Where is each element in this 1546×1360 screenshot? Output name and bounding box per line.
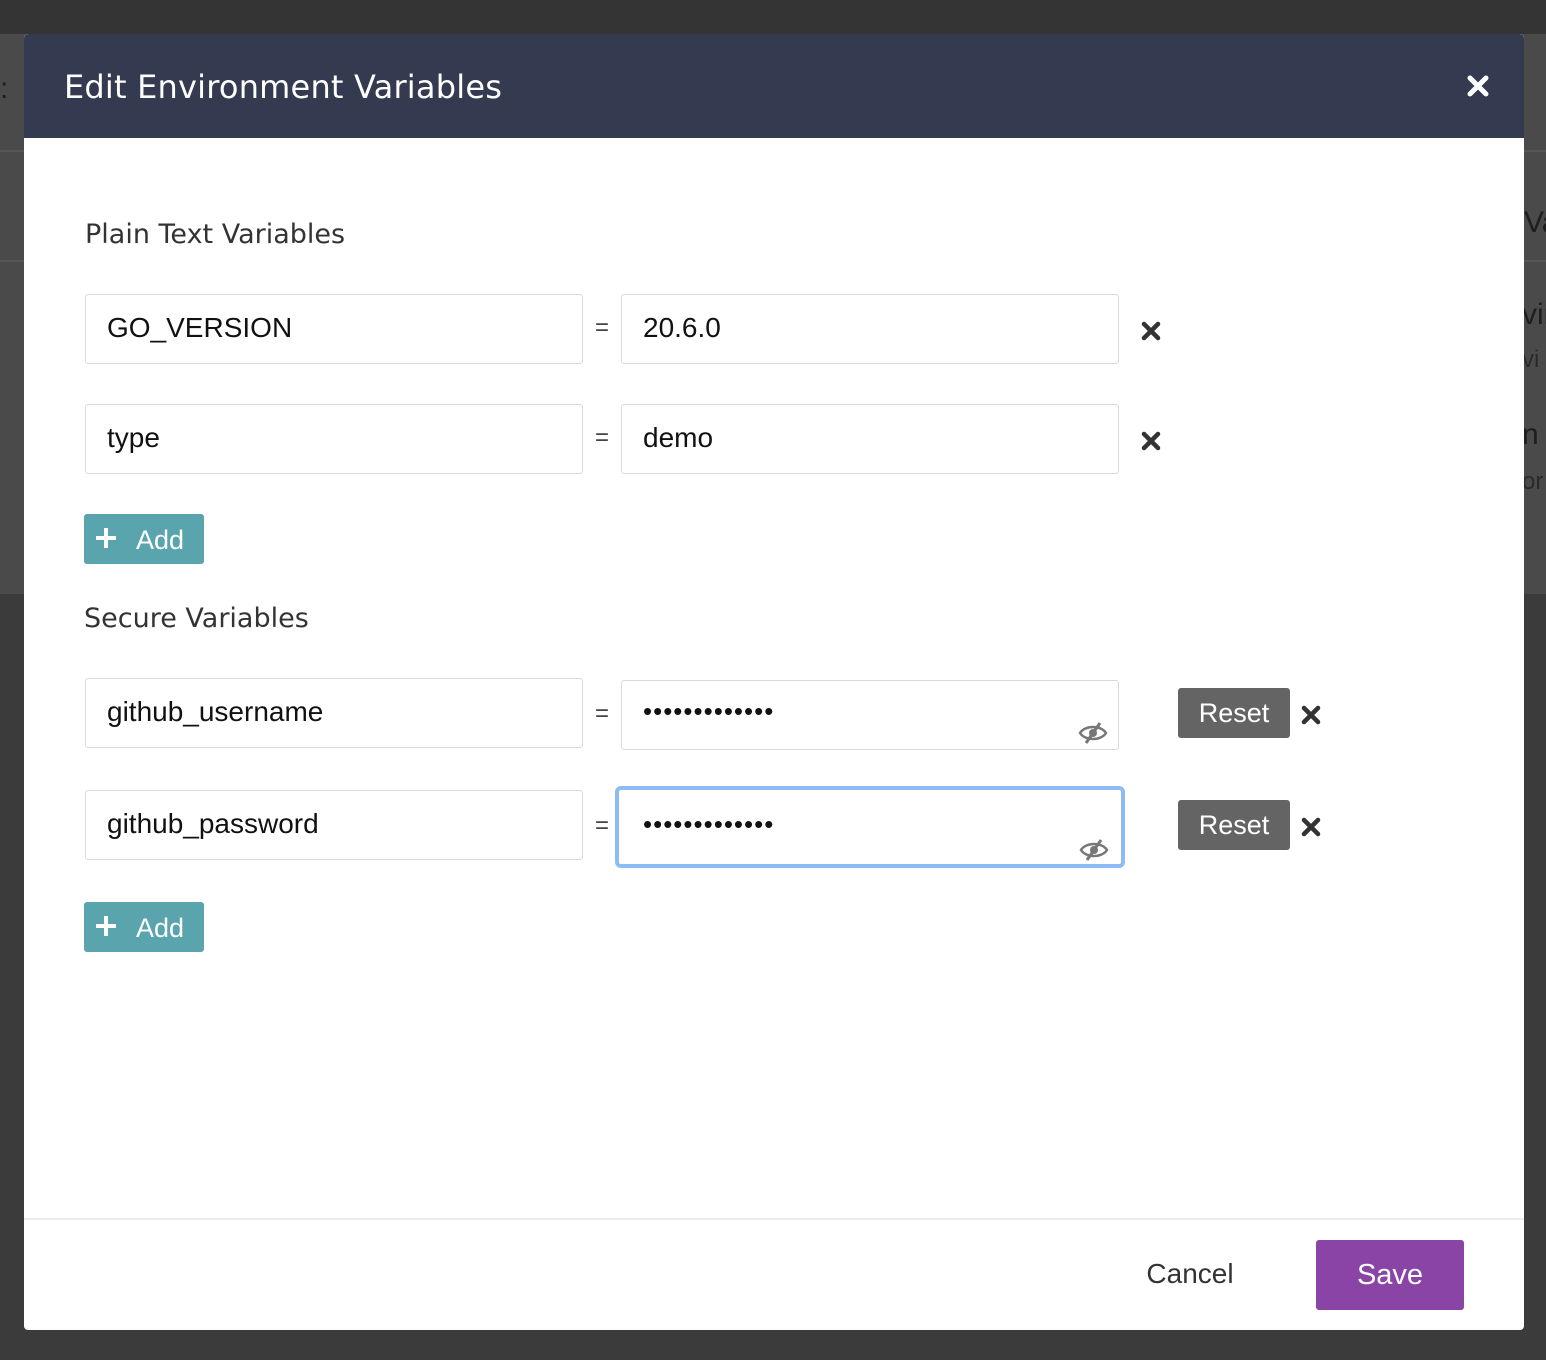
- remove-row-icon[interactable]: [1299, 703, 1323, 727]
- modal-title: Edit Environment Variables: [64, 68, 503, 106]
- background-text: Va: [1524, 206, 1546, 239]
- plus-icon: [94, 526, 118, 550]
- background-text: vi: [1522, 346, 1540, 373]
- add-secure-variable-button[interactable]: Add: [84, 902, 204, 952]
- close-icon[interactable]: [1462, 70, 1494, 102]
- edit-env-vars-modal: Edit Environment Variables Plain Text Va…: [24, 34, 1524, 1330]
- masked-value: •••••••••••••: [643, 809, 775, 839]
- plain-var-value-input[interactable]: demo: [621, 404, 1119, 474]
- equals-sign: =: [594, 314, 609, 341]
- background-text: n: [1522, 418, 1539, 451]
- reset-secure-value-button[interactable]: Reset: [1178, 800, 1290, 850]
- save-button[interactable]: Save: [1316, 1240, 1464, 1310]
- secure-var-value-input[interactable]: •••••••••••••: [621, 680, 1119, 750]
- plus-icon: [94, 914, 118, 938]
- plain-var-name-input[interactable]: type: [85, 404, 583, 474]
- add-button-label: Add: [136, 525, 185, 555]
- cancel-button[interactable]: Cancel: [1124, 1244, 1256, 1304]
- plain-var-name-input[interactable]: GO_VERSION: [85, 294, 583, 364]
- remove-row-icon[interactable]: [1139, 429, 1163, 453]
- equals-sign: =: [594, 700, 609, 727]
- add-button-label: Add: [136, 913, 185, 943]
- plain-variables-heading: Plain Text Variables: [85, 219, 346, 250]
- background-text: vir: [1522, 298, 1546, 331]
- eye-slash-icon[interactable]: [1078, 703, 1108, 744]
- secure-var-name-value: github_username: [107, 696, 324, 727]
- plain-var-value-input[interactable]: 20.6.0: [621, 294, 1119, 364]
- secure-var-name-value: github_password: [107, 808, 319, 839]
- eye-slash-icon[interactable]: [1079, 816, 1109, 861]
- secure-var-value-input[interactable]: •••••••••••••: [615, 786, 1125, 868]
- secure-var-name-input[interactable]: github_username: [85, 678, 583, 748]
- background-topbar: [0, 0, 1546, 34]
- masked-value: •••••••••••••: [643, 696, 775, 726]
- plain-var-value: 20.6.0: [643, 312, 721, 343]
- reset-secure-value-button[interactable]: Reset: [1178, 688, 1290, 738]
- background-text: or: [1522, 468, 1544, 495]
- remove-row-icon[interactable]: [1139, 319, 1163, 343]
- equals-sign: =: [594, 424, 609, 451]
- remove-row-icon[interactable]: [1299, 815, 1323, 839]
- secure-variables-heading: Secure Variables: [84, 603, 309, 634]
- plain-var-name-value: type: [107, 422, 160, 453]
- footer-divider: [24, 1218, 1524, 1220]
- secure-var-name-input[interactable]: github_password: [85, 790, 583, 860]
- add-plain-variable-button[interactable]: Add: [84, 514, 204, 564]
- modal-header: Edit Environment Variables: [24, 34, 1524, 138]
- plain-var-name-value: GO_VERSION: [107, 312, 293, 343]
- plain-var-value: demo: [643, 422, 714, 453]
- background-text: :: [0, 72, 9, 105]
